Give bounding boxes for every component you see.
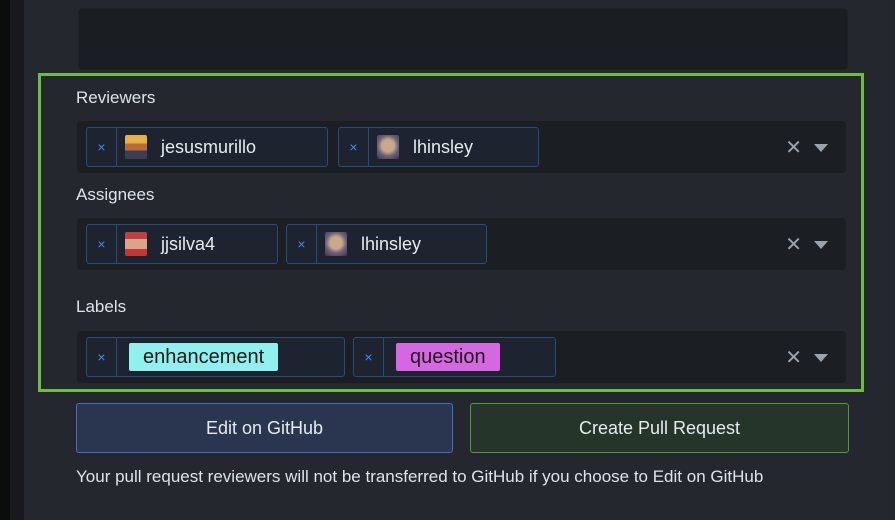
- edit-on-github-button[interactable]: Edit on GitHub: [76, 403, 453, 453]
- reviewers-label: Reviewers: [76, 88, 156, 107]
- labels-select[interactable]: × enhancement × question ✕: [77, 331, 846, 383]
- clear-assignees-icon[interactable]: ✕: [785, 232, 802, 257]
- clear-reviewers-icon[interactable]: ✕: [785, 135, 802, 160]
- label-name: question: [396, 343, 500, 371]
- remove-label-icon[interactable]: ×: [87, 338, 117, 376]
- labels-dropdown-icon[interactable]: [814, 354, 828, 362]
- remove-assignee-icon[interactable]: ×: [87, 225, 117, 263]
- label-chip-question: × question: [353, 337, 556, 377]
- assignees-select[interactable]: × jjsilva4 × lhinsley ✕: [77, 218, 846, 270]
- assignee-name: jjsilva4: [161, 233, 216, 254]
- window-edge: [0, 0, 10, 520]
- remove-reviewer-icon[interactable]: ×: [339, 128, 369, 166]
- assignees-label: Assignees: [76, 185, 155, 204]
- reviewer-name: lhinsley: [413, 136, 474, 157]
- sidebar-strip: [10, 0, 24, 520]
- avatar: [125, 232, 147, 256]
- reviewers-dropdown-icon[interactable]: [814, 144, 828, 152]
- assignee-chip-jjsilva4: × jjsilva4: [86, 224, 278, 264]
- assignees-dropdown-icon[interactable]: [814, 241, 828, 249]
- reviewer-name: jesusmurillo: [161, 136, 257, 157]
- label-name: enhancement: [129, 343, 279, 371]
- reviewer-chip-lhinsley: × lhinsley: [338, 127, 539, 167]
- reviewer-chip-jesusmurillo: × jesusmurillo: [86, 127, 328, 167]
- remove-reviewer-icon[interactable]: ×: [87, 128, 117, 166]
- avatar: [325, 232, 347, 256]
- labels-label: Labels: [76, 297, 127, 316]
- reviewers-select[interactable]: × jesusmurillo × lhinsley ✕: [77, 121, 846, 173]
- create-pull-request-button[interactable]: Create Pull Request: [470, 403, 849, 453]
- avatar: [377, 135, 399, 159]
- remove-label-icon[interactable]: ×: [354, 338, 384, 376]
- assignee-name: lhinsley: [361, 233, 422, 254]
- description-textarea[interactable]: [78, 8, 848, 70]
- transfer-warning-note: Your pull request reviewers will not be …: [76, 467, 764, 486]
- avatar: [125, 135, 147, 159]
- assignee-chip-lhinsley: × lhinsley: [286, 224, 487, 264]
- clear-labels-icon[interactable]: ✕: [785, 345, 802, 370]
- remove-assignee-icon[interactable]: ×: [287, 225, 317, 263]
- label-chip-enhancement: × enhancement: [86, 337, 345, 377]
